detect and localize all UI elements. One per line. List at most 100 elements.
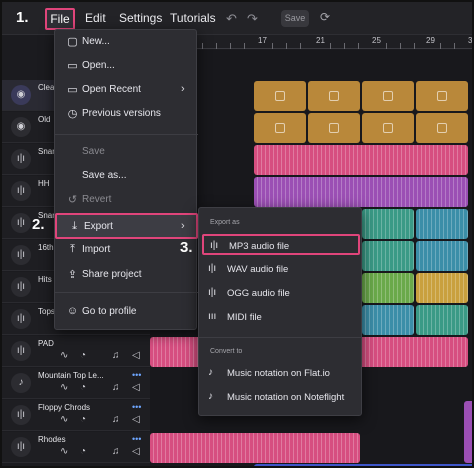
- audio-clip[interactable]: [362, 305, 414, 335]
- audio-clip[interactable]: [416, 305, 468, 335]
- chevron-right-icon: ›: [181, 83, 185, 95]
- volume-knob[interactable]: ◔: [80, 446, 86, 457]
- sync-icon[interactable]: ⟳: [320, 10, 330, 24]
- audio-clip[interactable]: [416, 113, 468, 143]
- menu-item-label: Save: [82, 146, 105, 157]
- track-row[interactable]: ı|ı Rhodes ••• ∿ ◔ ♫ ◁: [2, 432, 150, 463]
- more-options-icon[interactable]: •••: [132, 434, 141, 444]
- audio-clip[interactable]: [416, 209, 468, 239]
- audio-clip[interactable]: [362, 113, 414, 143]
- menu-item-open-recent[interactable]: ▭ Open Recent ›: [55, 78, 198, 102]
- convert-flat-item[interactable]: ♪ Music notation on Flat.io: [202, 363, 360, 384]
- menu-item-label: Music notation on Flat.io: [227, 368, 330, 379]
- edit-menu-button[interactable]: Edit: [85, 11, 106, 25]
- menu-item-label: Revert: [82, 194, 112, 205]
- volume-knob[interactable]: ◔: [80, 382, 86, 393]
- export-wav-item[interactable]: ı|ı WAV audio file: [202, 259, 360, 280]
- settings-menu-button[interactable]: Settings: [119, 11, 162, 25]
- automation-icon[interactable]: ∿: [60, 382, 68, 393]
- ruler-label: 29: [426, 36, 435, 45]
- menu-item-previous-versions[interactable]: ◷ Previous versions: [55, 102, 198, 126]
- guitar-icon: ♪: [11, 373, 31, 393]
- menu-item-label: WAV audio file: [227, 264, 289, 275]
- waveform-icon: ı|ı: [11, 149, 31, 169]
- waveform-icon: ı|ı: [11, 309, 31, 329]
- menu-item-export[interactable]: ⤓ Export ›: [55, 213, 198, 239]
- track-name: Tops: [38, 307, 55, 316]
- track-name: Mountain Top Le...: [38, 371, 104, 380]
- midi-icon: ııı: [208, 311, 217, 322]
- headphones-icon[interactable]: ♫: [112, 350, 120, 361]
- export-midi-item[interactable]: ııı MIDI file: [202, 307, 360, 328]
- speaker-icon[interactable]: ◁: [132, 446, 140, 457]
- audio-clip[interactable]: [254, 113, 306, 143]
- headphones-icon[interactable]: ♫: [112, 414, 120, 425]
- audio-clip[interactable]: [362, 273, 414, 303]
- menu-item-label: Save as...: [82, 170, 127, 181]
- step-3-annotation: 3.: [180, 239, 193, 256]
- export-mp3-item[interactable]: ı|ı MP3 audio file: [202, 234, 360, 255]
- menu-item-revert[interactable]: ↺ Revert: [55, 188, 198, 212]
- volume-knob[interactable]: ◔: [80, 350, 86, 361]
- audio-clip[interactable]: [416, 241, 468, 271]
- save-button[interactable]: Save: [281, 10, 309, 27]
- menu-divider: [55, 292, 198, 293]
- menu-item-save[interactable]: Save: [55, 140, 198, 164]
- audio-clip[interactable]: [416, 273, 468, 303]
- step-2-annotation: 2.: [32, 216, 45, 233]
- audio-clip[interactable]: [254, 81, 306, 111]
- menu-item-label: Import: [82, 244, 111, 255]
- ruler-label: 21: [316, 36, 325, 45]
- audio-clip[interactable]: [308, 81, 360, 111]
- menu-item-profile[interactable]: ☺ Go to profile: [55, 300, 198, 324]
- track-row[interactable]: ı|ı Floppy Chrods ••• ∿ ◔ ♫ ◁: [2, 400, 150, 431]
- user-icon: ☺: [66, 305, 79, 317]
- redo-icon[interactable]: ↷: [247, 11, 258, 27]
- volume-knob[interactable]: ◔: [80, 414, 86, 425]
- speaker-icon[interactable]: ◁: [132, 350, 140, 361]
- audio-clip[interactable]: [254, 145, 468, 175]
- audio-clip[interactable]: [362, 241, 414, 271]
- more-options-icon[interactable]: •••: [132, 402, 141, 412]
- menu-item-share[interactable]: ⇪ Share project: [55, 263, 198, 287]
- audio-clip[interactable]: [362, 81, 414, 111]
- tutorials-menu-button[interactable]: Tutorials: [170, 11, 216, 25]
- headphones-icon[interactable]: ♫: [112, 382, 120, 393]
- menu-item-save-as[interactable]: Save as...: [55, 164, 198, 188]
- menu-item-label: MP3 audio file: [229, 241, 290, 252]
- speaker-icon[interactable]: ◁: [132, 414, 140, 425]
- section-label: Export as: [210, 219, 240, 226]
- track-row[interactable]: ♪ Mountain Top Le... ••• ∿ ◔ ♫ ◁: [2, 368, 150, 399]
- file-menu-button[interactable]: File: [45, 8, 75, 30]
- audio-clip[interactable]: [150, 433, 360, 463]
- more-options-icon[interactable]: •••: [132, 370, 141, 380]
- waveform-icon: ı|ı: [11, 245, 31, 265]
- export-ogg-item[interactable]: ı|ı OGG audio file: [202, 283, 360, 304]
- menu-item-label: Previous versions: [82, 108, 161, 119]
- drum-icon: ◉: [11, 85, 31, 105]
- audio-clip[interactable]: [254, 464, 472, 466]
- timeline-ruler[interactable]: 17 21 25 29 33: [150, 35, 472, 49]
- track-row[interactable]: ı|ı PAD ∿ ◔ ♫ ◁: [2, 336, 150, 367]
- audio-clip[interactable]: [254, 177, 468, 207]
- menu-item-open[interactable]: ▭ Open...: [55, 54, 198, 78]
- audio-clip[interactable]: [362, 209, 414, 239]
- menu-item-new[interactable]: ▢ New...: [55, 30, 198, 54]
- revert-icon: ↺: [67, 194, 78, 206]
- track-name: Hits: [38, 275, 52, 284]
- undo-icon[interactable]: ↶: [226, 11, 237, 27]
- track-name: Clea: [38, 83, 55, 92]
- menu-item-import[interactable]: ⤒ Import: [55, 238, 198, 262]
- track-name: Floppy Chrods: [38, 403, 91, 412]
- speaker-icon[interactable]: ◁: [132, 382, 140, 393]
- convert-noteflight-item[interactable]: ♪ Music notation on Noteflight: [202, 387, 360, 408]
- automation-icon[interactable]: ∿: [60, 350, 68, 361]
- automation-icon[interactable]: ∿: [60, 414, 68, 425]
- audio-clip[interactable]: [308, 113, 360, 143]
- waveform-icon: ı|ı: [208, 287, 217, 298]
- audio-clip[interactable]: [464, 401, 472, 463]
- headphones-icon[interactable]: ♫: [112, 446, 120, 457]
- menu-divider: [55, 134, 198, 135]
- audio-clip[interactable]: [416, 81, 468, 111]
- automation-icon[interactable]: ∿: [60, 446, 68, 457]
